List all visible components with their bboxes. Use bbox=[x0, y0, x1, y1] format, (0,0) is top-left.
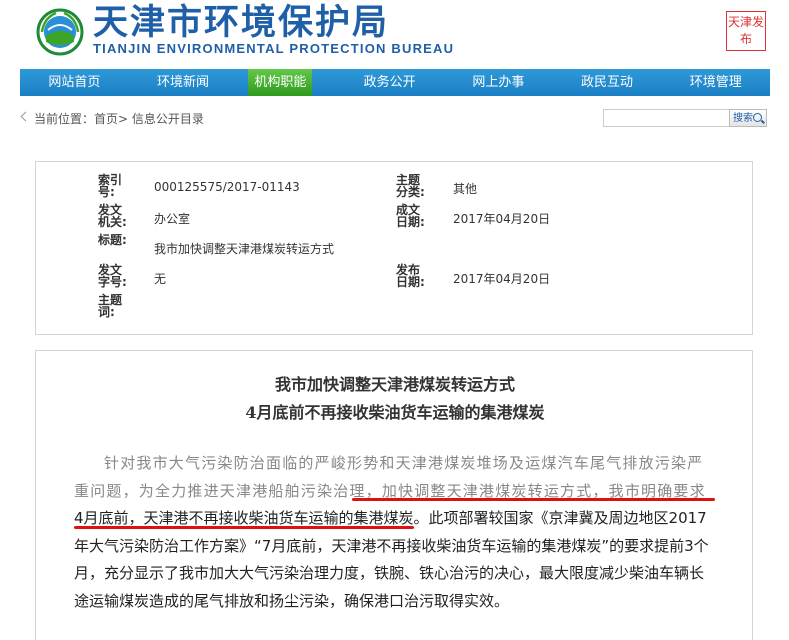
issuer-label: 发文机关: bbox=[98, 203, 127, 229]
title-value: 我市加快调整天津港煤炭转运方式 bbox=[154, 242, 335, 256]
site-header: 天津市环境保护局 TIANJIN ENVIRONMENTAL PROTECTIO… bbox=[0, 0, 789, 68]
date-label: 成文日期: bbox=[396, 203, 425, 229]
tianjin-fabu-seal[interactable]: 天津发布 bbox=[726, 11, 766, 51]
nav-item-news[interactable]: 环境新闻 bbox=[129, 69, 238, 96]
breadcrumb-row: 当前位置：首页> 信息公开目录 搜索 bbox=[20, 108, 770, 128]
red-underline-annotation bbox=[74, 526, 414, 529]
article-text-highlight-2: 4月底前，天津港不再接收柴油货车运输的集港煤炭 bbox=[74, 509, 414, 527]
nav-item-home[interactable]: 网站首页 bbox=[20, 69, 129, 96]
breadcrumb[interactable]: 当前位置：首页> 信息公开目录 bbox=[34, 110, 204, 127]
article-headline: 我市加快调整天津港煤炭转运方式 bbox=[274, 375, 515, 394]
nav-item-environment-management[interactable]: 环境管理 bbox=[661, 69, 770, 96]
search-icon bbox=[753, 113, 762, 122]
chevron-left-icon bbox=[20, 111, 31, 122]
main-nav: 网站首页 环境新闻 机构职能 政务公开 网上办事 政民互动 环境管理 bbox=[20, 69, 770, 96]
article-text-highlight-1: 加快调整天津港煤炭转运方式，我市明确要求 bbox=[381, 481, 706, 500]
red-underline-annotation bbox=[352, 498, 715, 501]
site-title-en: TIANJIN ENVIRONMENTAL PROTECTION BUREAU bbox=[93, 41, 455, 56]
nav-item-government-affairs[interactable]: 政务公开 bbox=[335, 69, 444, 96]
date-value: 2017年04月20日 bbox=[453, 212, 551, 226]
index-label: 索引号: bbox=[98, 173, 123, 199]
article-subheadline: 4月底前不再接收柴油货车运输的集港煤炭 bbox=[245, 403, 545, 422]
nav-item-online-services[interactable]: 网上办事 bbox=[444, 69, 553, 96]
index-value: 000125575/2017-01143 bbox=[154, 180, 300, 194]
title-label: 标题: bbox=[98, 233, 127, 247]
nav-item-public-interaction[interactable]: 政民互动 bbox=[553, 69, 662, 96]
article-body: 针对我市大气污染防治面临的严峻形势和天津港煤炭堆场及运煤汽车尾气排放污染严重问题… bbox=[74, 450, 714, 615]
search-button-label: 搜索 bbox=[733, 113, 753, 124]
docno-value: 无 bbox=[154, 272, 167, 286]
category-value: 其他 bbox=[453, 182, 478, 196]
document-metadata: 索引号: 000125575/2017-01143 主题分类: 其他 发文机关:… bbox=[35, 161, 753, 335]
category-label: 主题分类: bbox=[396, 173, 425, 199]
search-button[interactable]: 搜索 bbox=[729, 109, 767, 127]
docno-label: 发文字号: bbox=[98, 263, 127, 289]
pubdate-value: 2017年04月20日 bbox=[453, 272, 551, 286]
keywords-label: 主题词: bbox=[98, 293, 123, 319]
bureau-logo-icon[interactable] bbox=[36, 8, 84, 56]
site-title: 天津市环境保护局 bbox=[93, 2, 390, 43]
pubdate-label: 发布日期: bbox=[396, 263, 425, 289]
article: 我市加快调整天津港煤炭转运方式 4月底前不再接收柴油货车运输的集港煤炭 针对我市… bbox=[35, 350, 753, 640]
nav-item-functions[interactable]: 机构职能 bbox=[248, 69, 313, 96]
search-input[interactable] bbox=[603, 109, 731, 127]
issuer-value: 办公室 bbox=[154, 212, 191, 226]
